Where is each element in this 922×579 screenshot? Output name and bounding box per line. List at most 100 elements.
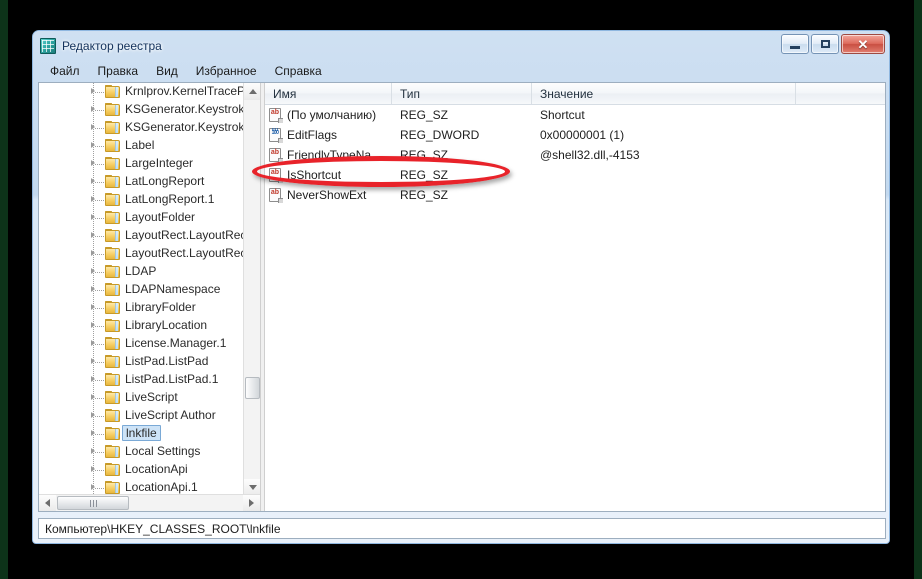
expand-arrow-icon[interactable] xyxy=(91,322,95,328)
tree-scroll-up-button[interactable] xyxy=(244,83,260,100)
menu-view[interactable]: Вид xyxy=(147,62,187,80)
tree-item[interactable]: Label xyxy=(39,137,260,155)
tree-vertical-scroll-thumb[interactable] xyxy=(245,377,260,399)
table-row[interactable]: 011 100 EditFlags REG_DWORD 0x00000001 (1) xyxy=(265,125,885,145)
folder-icon xyxy=(105,121,120,134)
folder-icon xyxy=(105,211,120,224)
tree-horizontal-scroll-thumb[interactable] xyxy=(57,496,129,510)
expand-arrow-icon[interactable] xyxy=(91,340,95,346)
expand-arrow-icon[interactable] xyxy=(91,268,95,274)
tree-item[interactable]: LDAP xyxy=(39,263,260,281)
table-row[interactable]: ab FriendlyTypeNa... REG_SZ @shell32.dll,-4… xyxy=(265,145,885,165)
expand-arrow-icon[interactable] xyxy=(91,178,95,184)
tree-vertical-scrollbar[interactable] xyxy=(243,83,260,496)
folder-icon xyxy=(105,103,120,116)
tree-item[interactable]: lnkfile xyxy=(39,425,260,443)
string-value-icon: ab xyxy=(269,147,283,163)
value-name-cell: ab NeverShowExt xyxy=(265,187,392,203)
table-row[interactable]: ab NeverShowExt REG_SZ xyxy=(265,185,885,205)
tree-item[interactable]: LibraryLocation xyxy=(39,317,260,335)
value-type-cell: REG_DWORD xyxy=(400,128,480,142)
background-left-strip xyxy=(0,0,8,579)
string-value-icon: ab xyxy=(269,167,283,183)
close-button[interactable]: ✕ xyxy=(841,34,885,54)
value-name-cell: ab FriendlyTypeNa... xyxy=(265,147,392,163)
folder-icon xyxy=(105,481,120,494)
tree-item[interactable]: Krnlprov.KernelTraceP xyxy=(39,83,260,101)
tree-item[interactable]: ListPad.ListPad.1 xyxy=(39,371,260,389)
expand-arrow-icon[interactable] xyxy=(91,196,95,202)
value-name-label: FriendlyTypeNa... xyxy=(287,148,382,162)
expand-arrow-icon[interactable] xyxy=(91,394,95,400)
tree-item[interactable]: LDAPNamespace xyxy=(39,281,260,299)
expand-arrow-icon[interactable] xyxy=(91,376,95,382)
column-header-filler[interactable] xyxy=(796,83,885,104)
folder-icon xyxy=(105,337,120,350)
tree-horizontal-scrollbar[interactable] xyxy=(39,494,260,511)
tree-item[interactable]: LatLongReport xyxy=(39,173,260,191)
column-header-value[interactable]: Значение xyxy=(532,83,796,104)
tree-node-list[interactable]: Krnlprov.KernelTraceP KSGenerator.Keystro… xyxy=(39,83,260,511)
tree-item[interactable]: LiveScript Author xyxy=(39,407,260,425)
menu-help[interactable]: Справка xyxy=(266,62,331,80)
tree-item[interactable]: LibraryFolder xyxy=(39,299,260,317)
tree-scroll-right-button[interactable] xyxy=(243,495,260,511)
tree-item[interactable]: LayoutFolder xyxy=(39,209,260,227)
expand-arrow-icon[interactable] xyxy=(91,88,95,94)
tree-item[interactable]: LocationApi xyxy=(39,461,260,479)
expand-arrow-icon[interactable] xyxy=(91,214,95,220)
expand-arrow-icon[interactable] xyxy=(91,412,95,418)
expand-arrow-icon[interactable] xyxy=(91,466,95,472)
tree-item[interactable]: KSGenerator.Keystrok xyxy=(39,119,260,137)
expand-arrow-icon[interactable] xyxy=(91,250,95,256)
expand-arrow-icon[interactable] xyxy=(91,286,95,292)
expand-arrow-icon[interactable] xyxy=(91,448,95,454)
tree-item-label: License.Manager.1 xyxy=(125,336,227,350)
expand-arrow-icon[interactable] xyxy=(91,358,95,364)
value-name-cell: ab (По умолчанию) xyxy=(265,107,392,123)
expand-arrow-icon[interactable] xyxy=(91,232,95,238)
tree-item[interactable]: KSGenerator.Keystrok xyxy=(39,101,260,119)
value-name-label: NeverShowExt xyxy=(287,188,367,202)
tree-scroll-left-button[interactable] xyxy=(39,495,56,511)
registry-value-pane[interactable]: Имя Тип Значение ab (По умолчанию) REG_SZ S… xyxy=(265,83,885,511)
tree-item[interactable]: License.Manager.1 xyxy=(39,335,260,353)
value-data-cell: Shortcut xyxy=(540,108,585,122)
tree-item[interactable]: LargeInteger xyxy=(39,155,260,173)
menu-file[interactable]: Файл xyxy=(41,62,89,80)
tree-item[interactable]: LiveScript xyxy=(39,389,260,407)
tree-item-label: LayoutRect.LayoutRec xyxy=(125,246,247,260)
tree-item[interactable]: Local Settings xyxy=(39,443,260,461)
expand-arrow-icon[interactable] xyxy=(91,430,95,436)
chevron-right-icon xyxy=(249,499,254,507)
tree-item[interactable]: LayoutRect.LayoutRec xyxy=(39,245,260,263)
string-value-icon: ab xyxy=(269,187,283,203)
tree-item-label: Krnlprov.KernelTraceP xyxy=(125,84,246,98)
expand-arrow-icon[interactable] xyxy=(91,160,95,166)
expand-arrow-icon[interactable] xyxy=(91,106,95,112)
expand-arrow-icon[interactable] xyxy=(91,304,95,310)
folder-icon xyxy=(105,391,120,404)
table-row[interactable]: ab (По умолчанию) REG_SZ Shortcut xyxy=(265,105,885,125)
folder-icon xyxy=(105,139,120,152)
expand-arrow-icon[interactable] xyxy=(91,124,95,130)
menu-edit[interactable]: Правка xyxy=(89,62,148,80)
registry-tree-pane[interactable]: Krnlprov.KernelTraceP KSGenerator.Keystro… xyxy=(39,83,260,511)
folder-icon xyxy=(105,409,120,422)
maximize-icon xyxy=(820,40,830,48)
expand-arrow-icon[interactable] xyxy=(91,142,95,148)
column-header-name[interactable]: Имя xyxy=(265,83,392,104)
minimize-button[interactable] xyxy=(781,34,809,54)
tree-item[interactable]: ListPad.ListPad xyxy=(39,353,260,371)
expand-arrow-icon[interactable] xyxy=(91,484,95,490)
folder-icon xyxy=(105,301,120,314)
column-header-type[interactable]: Тип xyxy=(392,83,532,104)
maximize-button[interactable] xyxy=(811,34,839,54)
tree-item[interactable]: LatLongReport.1 xyxy=(39,191,260,209)
folder-icon xyxy=(105,229,120,242)
menu-favorites[interactable]: Избранное xyxy=(187,62,266,80)
table-row[interactable]: ab IsShortcut REG_SZ xyxy=(265,165,885,185)
tree-item-label: ListPad.ListPad.1 xyxy=(125,372,219,386)
tree-item[interactable]: LayoutRect.LayoutRec xyxy=(39,227,260,245)
tree-item-label: LayoutRect.LayoutRec xyxy=(125,228,247,242)
